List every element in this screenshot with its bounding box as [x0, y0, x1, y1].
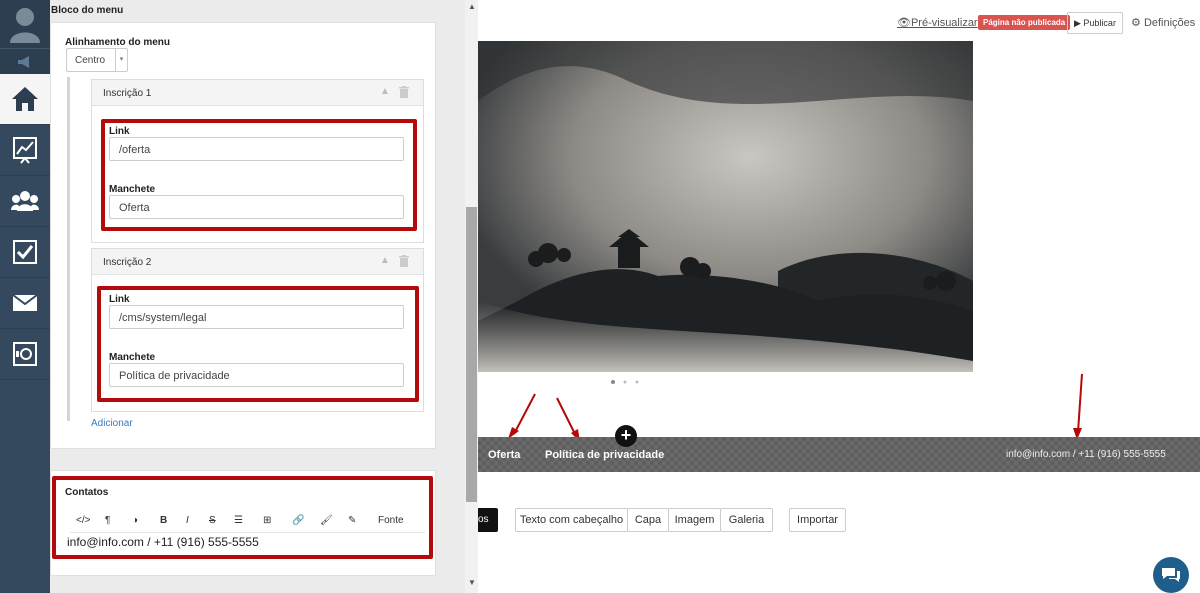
- scroll-up-icon[interactable]: ▲: [468, 2, 476, 11]
- settings-link[interactable]: ⚙ Definições: [1131, 16, 1195, 29]
- image-button[interactable]: Imagem: [668, 508, 721, 532]
- chat-button[interactable]: [1153, 557, 1189, 593]
- checkbox-icon: [13, 240, 37, 264]
- cover-button[interactable]: Capa: [627, 508, 669, 532]
- menu-item-2: Inscrição 2 ▲ Link /cms/system/legal Man…: [91, 248, 424, 412]
- nav-home[interactable]: [0, 74, 50, 125]
- editor-panel: Bloco do menu Alinhamento do menu Centro…: [50, 0, 478, 593]
- chart-icon: [13, 137, 37, 164]
- panel-scrollbar[interactable]: ▲ ▼: [465, 0, 478, 593]
- pen-icon[interactable]: ✎: [348, 515, 356, 526]
- publish-button[interactable]: ▶ Publicar: [1067, 12, 1123, 34]
- contacts-label: Contatos: [65, 487, 109, 498]
- megaphone-icon: [18, 55, 29, 68]
- page-preview: 👁Pré-visualizar Página não publicada ▶ P…: [478, 0, 1200, 593]
- trash-icon[interactable]: [399, 255, 409, 267]
- code-icon[interactable]: </>: [76, 515, 90, 526]
- text-with-header-button[interactable]: Texto com cabeçalho: [515, 508, 628, 532]
- gear-icon: ⚙: [1131, 17, 1141, 29]
- footer-link-privacy[interactable]: Política de privacidade: [545, 449, 664, 461]
- slider-image: [478, 41, 973, 372]
- user-avatar-icon: [10, 8, 40, 43]
- home-icon: [12, 87, 38, 111]
- footer-link-offer[interactable]: Oferta: [488, 449, 520, 461]
- highlight-box: Link /cms/system/legal Manchete Política…: [97, 286, 419, 402]
- nav-safe[interactable]: [0, 329, 50, 380]
- table-icon[interactable]: ⊞: [263, 515, 271, 526]
- font-button[interactable]: Fonte: [378, 515, 404, 526]
- users-icon: [11, 191, 39, 211]
- paragraph-icon[interactable]: ¶: [105, 515, 110, 526]
- chevron-down-icon: ▾: [115, 49, 127, 71]
- link-label: Link: [109, 294, 130, 305]
- headline-input[interactable]: Oferta: [109, 195, 404, 219]
- alignment-select[interactable]: Centro ▾: [66, 48, 128, 72]
- site-footer: Oferta Política de privacidade info@info…: [478, 437, 1200, 472]
- contrast-icon[interactable]: ◑: [132, 515, 138, 526]
- chevron-up-icon[interactable]: ▲: [380, 86, 390, 97]
- contacts-text[interactable]: info@info.com / +11 (916) 555-5555: [67, 535, 259, 549]
- eye-icon: 👁: [897, 17, 911, 29]
- preview-link[interactable]: 👁Pré-visualizar: [897, 16, 978, 29]
- chevron-up-icon[interactable]: ▲: [380, 255, 390, 266]
- headline-label: Manchete: [109, 184, 156, 195]
- strikethrough-icon[interactable]: S: [209, 515, 216, 526]
- scrollbar-thumb[interactable]: [466, 207, 477, 502]
- headline-label: Manchete: [109, 352, 156, 363]
- alignment-value: Centro: [75, 55, 106, 66]
- brush-icon[interactable]: 🖌: [320, 515, 333, 526]
- sidebar: [0, 0, 50, 593]
- status-badge: Página não publicada: [978, 15, 1071, 30]
- nav-mail[interactable]: [0, 278, 50, 329]
- menu-item-2-header: Inscrição 2 ▲: [92, 249, 423, 275]
- user-avatar[interactable]: [0, 0, 50, 48]
- gallery-button[interactable]: Galeria: [720, 508, 773, 532]
- safe-icon: [13, 342, 37, 366]
- menu-item-1: Inscrição 1 ▲ Link /oferta Manchete Ofer…: [91, 79, 424, 243]
- bold-icon[interactable]: B: [160, 515, 167, 526]
- link-input[interactable]: /cms/system/legal: [109, 305, 404, 329]
- menu-item-1-title: Inscrição 1: [103, 88, 152, 99]
- editor-toolbar: </> ¶ ◑ B I S ☰ ⊞ 🔗 🖌 ✎ Fonte: [70, 511, 425, 533]
- nav-tasks[interactable]: [0, 227, 50, 278]
- import-button[interactable]: Importar: [789, 508, 846, 532]
- italic-icon[interactable]: I: [186, 515, 189, 526]
- menu-item-1-header: Inscrição 1 ▲: [92, 80, 423, 106]
- menu-item-2-title: Inscrição 2: [103, 257, 152, 268]
- app: Bloco do menu Alinhamento do menu Centro…: [0, 0, 1200, 593]
- mail-icon: [12, 294, 38, 311]
- nav-users[interactable]: [0, 176, 50, 227]
- footer-contact: info@info.com / +11 (916) 555-5555: [1006, 449, 1166, 460]
- play-icon: ▶: [1074, 18, 1084, 28]
- trash-icon[interactable]: [399, 86, 409, 98]
- add-block-icon[interactable]: +: [615, 425, 637, 447]
- headline-input[interactable]: Política de privacidade: [109, 363, 404, 387]
- highlight-box: Link /oferta Manchete Oferta: [101, 119, 417, 231]
- link-input[interactable]: /oferta: [109, 137, 404, 161]
- alignment-label: Alinhamento do menu: [65, 37, 170, 48]
- link-label: Link: [109, 126, 130, 137]
- nav-analytics[interactable]: [0, 125, 50, 176]
- add-link[interactable]: Adicionar: [91, 418, 133, 429]
- link-icon[interactable]: 🔗: [292, 515, 304, 526]
- scroll-down-icon[interactable]: ▼: [468, 578, 476, 587]
- list-icon[interactable]: ☰: [234, 515, 243, 526]
- notifications-button[interactable]: [0, 48, 50, 74]
- blocks-tab-partial[interactable]: os: [478, 508, 498, 532]
- menu-block-card: Alinhamento do menu Centro ▾ Inscrição 1…: [50, 22, 436, 449]
- section-title: Bloco do menu: [51, 5, 124, 16]
- items-divider: [67, 77, 70, 421]
- chat-icon: [1162, 568, 1180, 582]
